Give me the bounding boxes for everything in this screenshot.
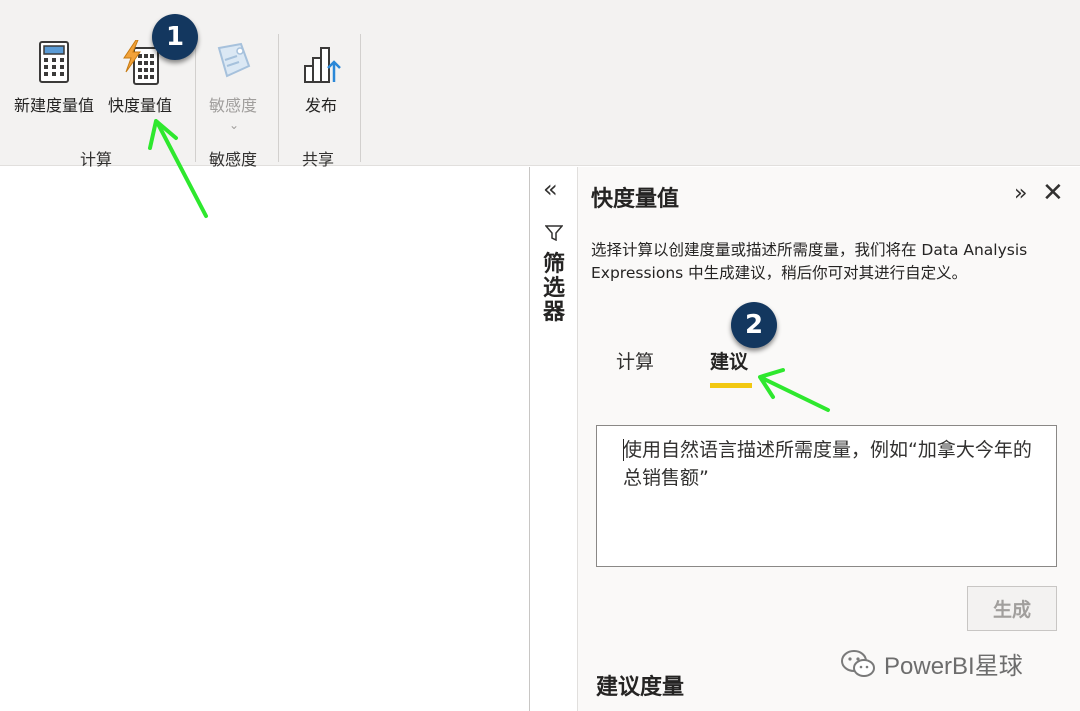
annotation-arrows <box>148 119 830 412</box>
watermark: PowerBI星球 <box>840 646 1023 681</box>
step-badge-2: 2 <box>731 302 777 348</box>
arrow-to-quick-measure <box>148 119 208 218</box>
watermark-text: PowerBI星球 <box>884 653 1023 680</box>
wechat-icon <box>841 649 875 677</box>
step-badge-1: 1 <box>152 14 198 60</box>
arrow-to-suggestions-tab <box>758 368 830 412</box>
